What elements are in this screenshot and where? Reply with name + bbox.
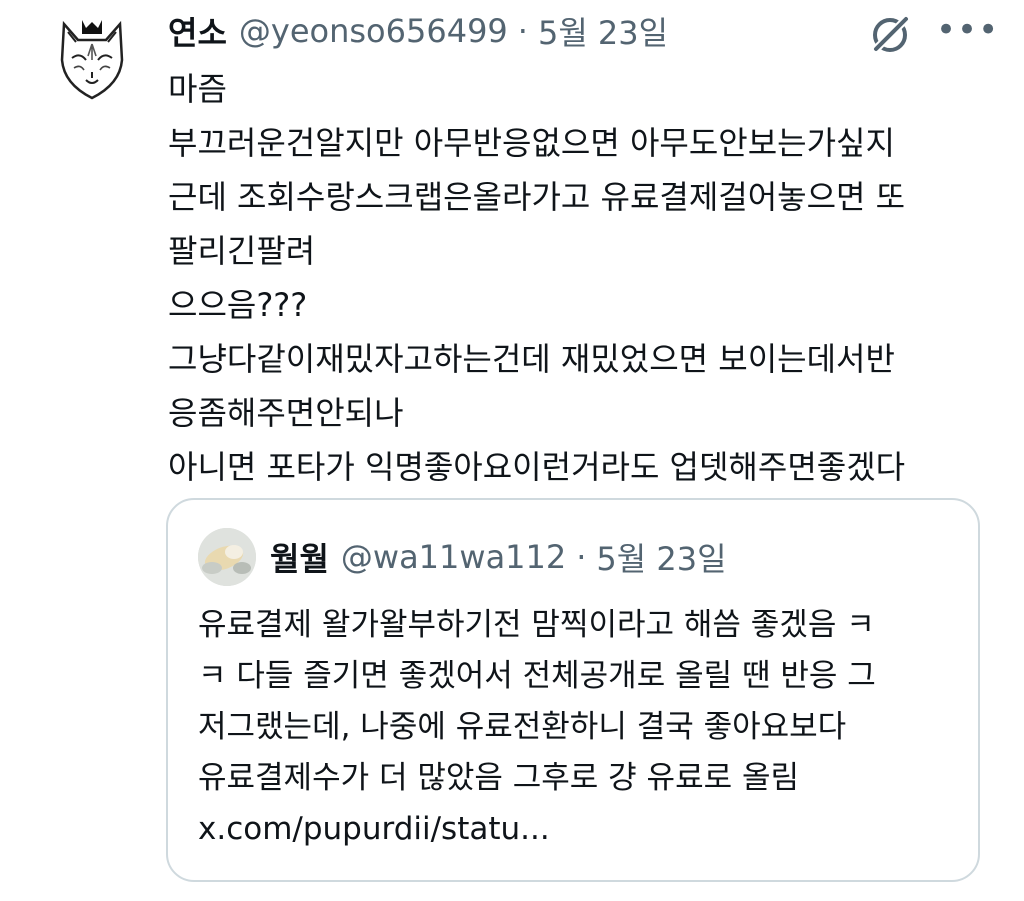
tweet-text-line: 부끄러운건알지만 아무반응없으면 아무도안보는가싶지 <box>168 124 895 162</box>
quote-avatar-image <box>198 528 256 586</box>
tweet-text-line: 그냥다같이재밌자고하는건데 재밌었으면 보이는데서반 <box>168 340 895 378</box>
quote-date[interactable]: 5월 23일 <box>596 534 726 580</box>
author-handle[interactable]: @yeonso656499 <box>239 12 508 50</box>
tweet: 연소 @yeonso656499 · 5월 23일 ••• 마즘 부끄러운건알지… <box>0 0 1024 901</box>
quote-author-handle[interactable]: @wa11wa112 <box>341 538 566 576</box>
quote-header: 월월 @wa11wa112 · 5월 23일 <box>270 532 727 582</box>
more-icon[interactable]: ••• <box>936 13 998 52</box>
author-avatar[interactable] <box>50 10 134 102</box>
tweet-text-line: 팔리긴팔려 <box>168 232 316 270</box>
quoted-tweet[interactable]: 월월 @wa11wa112 · 5월 23일 유료결제 왈가왈부하기전 맘찍이라… <box>166 498 980 882</box>
tweet-text-line: 응좀해주면안되나 <box>168 394 404 432</box>
grok-icon[interactable] <box>866 10 914 58</box>
separator-dot: · <box>517 12 528 50</box>
quote-text-line: ㅋ 다들 즐기면 좋겠어서 전체공개로 올릴 땐 반응 그 <box>198 658 876 694</box>
quote-text: 유료결제 왈가왈부하기전 맘찍이라고 해씀 좋겠음 ㅋ ㅋ 다들 즐기면 좋겠어… <box>198 600 958 855</box>
quote-author-name[interactable]: 월월 <box>270 534 329 580</box>
tweet-text-line: 마즘 <box>168 70 227 108</box>
fox-mask-icon <box>60 20 124 100</box>
tweet-text-line: 아니면 포타가 익명좋아요이런거라도 업뎃해주면좋겠다 <box>168 448 906 486</box>
tweet-text-line: 으으음??? <box>168 286 308 324</box>
tweet-date[interactable]: 5월 23일 <box>538 8 668 54</box>
separator-dot: · <box>576 538 587 576</box>
author-name[interactable]: 연소 <box>168 8 227 54</box>
quote-text-line: 유료결제수가 더 많았음 그후로 걍 유료로 올림 <box>198 760 800 796</box>
tweet-header: 연소 @yeonso656499 · 5월 23일 <box>168 6 668 56</box>
quote-text-line: 저그랬는데, 나중에 유료전환하니 결국 좋아요보다 <box>198 709 847 745</box>
tweet-text-line: 근데 조회수랑스크랩은올라가고 유료결제걸어놓으면 또 <box>168 178 906 216</box>
tweet-text: 마즘 부끄러운건알지만 아무반응없으면 아무도안보는가싶지 근데 조회수랑스크랩… <box>168 62 988 494</box>
quote-author-avatar[interactable] <box>198 528 256 586</box>
quote-link[interactable]: x.com/pupurdii/statu... <box>198 804 958 855</box>
quote-text-line: 유료결제 왈가왈부하기전 맘찍이라고 해씀 좋겠음 ㅋ <box>198 607 875 643</box>
